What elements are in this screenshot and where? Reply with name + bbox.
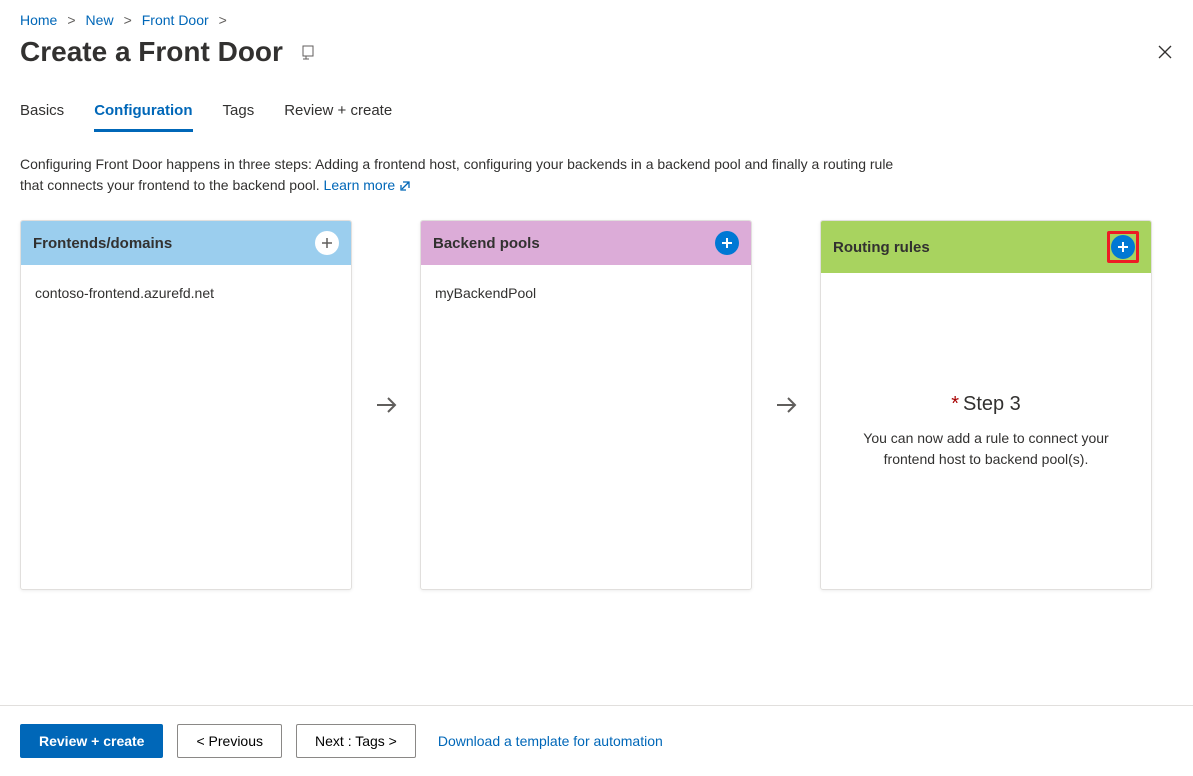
download-template-link[interactable]: Download a template for automation [438, 733, 663, 749]
learn-more-link[interactable]: Learn more [324, 175, 412, 196]
page-title: Create a Front Door [20, 36, 283, 68]
add-frontend-button[interactable] [315, 231, 339, 255]
backend-pools-card: Backend pools myBackendPool [420, 220, 752, 590]
routing-rules-card: Routing rules *Step 3 You can now add a … [820, 220, 1152, 590]
required-asterisk: * [951, 393, 959, 415]
chevron-right-icon: > [219, 12, 227, 28]
title-bar: Create a Front Door [0, 32, 1193, 94]
configuration-description: Configuring Front Door happens in three … [0, 132, 920, 220]
review-create-button[interactable]: Review + create [20, 724, 163, 758]
plus-icon [720, 236, 734, 250]
add-routing-rule-button[interactable] [1111, 235, 1135, 259]
tab-review-create[interactable]: Review + create [284, 94, 392, 132]
arrow-right-icon [368, 392, 404, 418]
arrow-right-icon [768, 392, 804, 418]
pin-icon[interactable] [301, 44, 317, 60]
previous-button[interactable]: < Previous [177, 724, 282, 758]
routing-step-title: *Step 3 [951, 393, 1021, 416]
add-routing-rule-highlight [1107, 231, 1139, 263]
chevron-right-icon: > [124, 12, 132, 28]
frontends-header: Frontends/domains [21, 221, 351, 265]
external-link-icon [399, 180, 411, 192]
routing-rules-header: Routing rules [821, 221, 1151, 273]
breadcrumb: Home > New > Front Door > [0, 0, 1193, 32]
chevron-right-icon: > [67, 12, 75, 28]
frontends-card: Frontends/domains contoso-frontend.azure… [20, 220, 352, 590]
breadcrumb-new[interactable]: New [86, 12, 114, 28]
breadcrumb-frontdoor[interactable]: Front Door [142, 12, 209, 28]
breadcrumb-home[interactable]: Home [20, 12, 57, 28]
routing-step-text: You can now add a rule to connect your f… [849, 428, 1123, 470]
tab-bar: Basics Configuration Tags Review + creat… [0, 94, 1193, 132]
routing-rules-title: Routing rules [833, 239, 930, 256]
backend-pools-title: Backend pools [433, 235, 540, 252]
tab-basics[interactable]: Basics [20, 94, 64, 132]
description-text: Configuring Front Door happens in three … [20, 156, 893, 193]
plus-icon [1116, 240, 1130, 254]
plus-icon [320, 236, 334, 250]
configuration-steps: Frontends/domains contoso-frontend.azure… [0, 220, 1193, 590]
wizard-footer: Review + create < Previous Next : Tags >… [0, 705, 1193, 776]
tab-configuration[interactable]: Configuration [94, 94, 192, 132]
backend-pools-header: Backend pools [421, 221, 751, 265]
tab-tags[interactable]: Tags [223, 94, 255, 132]
frontends-title: Frontends/domains [33, 235, 172, 252]
next-button[interactable]: Next : Tags > [296, 724, 416, 758]
backend-pool-item[interactable]: myBackendPool [435, 279, 737, 307]
frontend-item[interactable]: contoso-frontend.azurefd.net [35, 279, 337, 307]
add-backend-pool-button[interactable] [715, 231, 739, 255]
close-icon[interactable] [1157, 44, 1173, 60]
